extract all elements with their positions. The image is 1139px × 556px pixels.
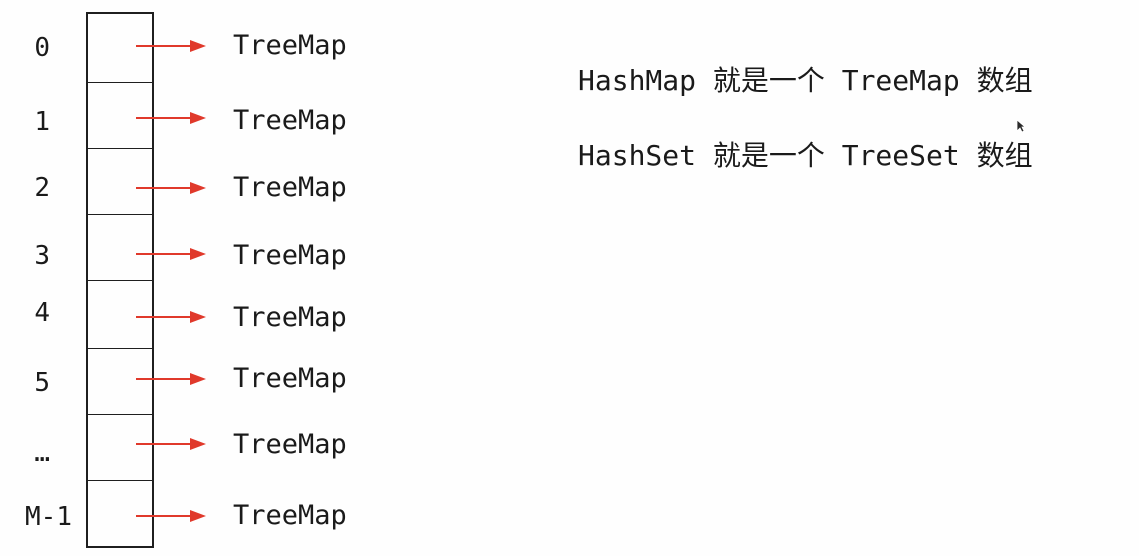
cell-divider [88,414,152,415]
mouse-cursor-icon [1016,118,1027,133]
index-label: 1 [34,107,50,137]
bucket-array [86,12,154,548]
index-label: 3 [34,241,50,271]
treemap-label: TreeMap [233,302,347,333]
index-label: 2 [34,173,50,203]
diagram-canvas: 0 TreeMap 1 TreeMap 2 TreeMap 3 TreeMap … [0,0,1139,556]
arrow-right-icon [136,309,206,325]
treemap-label: TreeMap [233,500,347,531]
hashmap-note: HashMap 就是一个 TreeMap 数组 [578,64,1033,97]
treemap-label: TreeMap [233,172,347,203]
index-label: 5 [34,368,50,398]
hashset-note: HashSet 就是一个 TreeSet 数组 [578,139,1033,172]
arrow-right-icon [136,436,206,452]
cell-divider [88,480,152,481]
arrow-right-icon [136,110,206,126]
cell-divider [88,280,152,281]
index-label: 4 [34,298,50,328]
arrow-right-icon [136,371,206,387]
cell-divider [88,82,152,83]
treemap-label: TreeMap [233,429,347,460]
treemap-label: TreeMap [233,30,347,61]
arrow-right-icon [136,508,206,524]
cell-divider [88,148,152,149]
arrow-right-icon [136,180,206,196]
cell-divider [88,348,152,349]
treemap-label: TreeMap [233,105,347,136]
treemap-label: TreeMap [233,363,347,394]
arrow-right-icon [136,246,206,262]
treemap-label: TreeMap [233,240,347,271]
index-label: … [34,438,50,468]
arrow-right-icon [136,38,206,54]
index-label: 0 [34,33,50,63]
cell-divider [88,214,152,215]
index-label: M-1 [25,502,72,532]
